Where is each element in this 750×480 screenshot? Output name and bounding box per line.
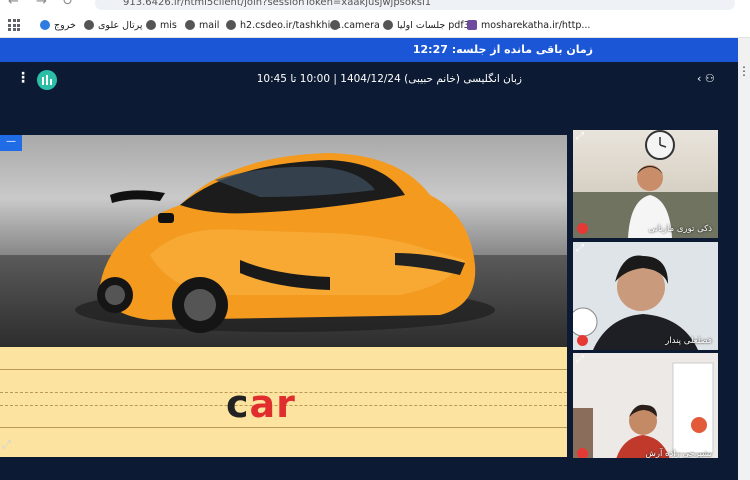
session-header: ⋮ زبان انگلیسی (خانم حبیبی) 1404/12/24 |… bbox=[0, 62, 738, 98]
app-logo[interactable] bbox=[37, 70, 57, 90]
expand-video-icon[interactable]: ⤢ bbox=[576, 354, 584, 365]
ruled-line bbox=[0, 427, 567, 428]
forward-icon[interactable]: → bbox=[36, 0, 47, 9]
fullscreen-icon[interactable]: ⤢ bbox=[2, 438, 11, 452]
globe-icon bbox=[330, 20, 340, 30]
vocabulary-word: car bbox=[226, 382, 296, 426]
car-photo: — bbox=[0, 135, 567, 347]
webcam-tile[interactable]: ⤢ فضلعلی پندار bbox=[573, 242, 718, 350]
globe-icon bbox=[185, 20, 195, 30]
webcam-video bbox=[573, 353, 718, 463]
back-icon[interactable]: ← bbox=[8, 0, 19, 9]
ruled-line bbox=[0, 369, 567, 370]
globe-icon bbox=[40, 20, 50, 30]
expand-video-icon[interactable]: ⤢ bbox=[576, 131, 584, 142]
side-menu-icon[interactable]: ⋮ bbox=[738, 64, 750, 78]
bars-icon bbox=[42, 75, 52, 85]
bookmark-mosharekatha[interactable]: mosharekatha.ir/http... bbox=[467, 18, 590, 32]
bottom-controls-bar bbox=[0, 458, 738, 480]
bookmark-portal[interactable]: پرتال علوی bbox=[84, 18, 143, 32]
globe-icon bbox=[226, 20, 236, 30]
bookmark-camera[interactable]: camera bbox=[330, 18, 380, 32]
participant-name: ذکی توری مازنانی bbox=[648, 224, 713, 234]
apps-grid-icon[interactable] bbox=[8, 19, 20, 31]
users-list-icon[interactable]: ‹ ⚇ bbox=[697, 72, 715, 85]
session-title: زبان انگلیسی (خانم حبیبی) 1404/12/24 | 1… bbox=[256, 73, 522, 85]
globe-icon bbox=[467, 20, 477, 30]
options-menu-icon[interactable]: ⋮ bbox=[16, 70, 30, 86]
globe-icon bbox=[146, 20, 156, 30]
bookmarks-bar: خروج پرتال علوی mis mail h2.csdeo.ir/tas… bbox=[0, 12, 750, 38]
word-rest-letters: ar bbox=[249, 382, 296, 426]
page-scrollbar[interactable] bbox=[738, 38, 750, 480]
bookmark-mis[interactable]: mis bbox=[146, 18, 177, 32]
bookmark-csdeo[interactable]: h2.csdeo.ir/tashkhis... bbox=[226, 18, 344, 32]
minimize-presentation-button[interactable]: — bbox=[0, 135, 22, 151]
bookmark-mail[interactable]: mail bbox=[185, 18, 219, 32]
browser-address-row: ← → ↻ 913.6426.ir/html5client/join?sessi… bbox=[0, 0, 750, 12]
sports-car-illustration bbox=[75, 153, 495, 333]
webcam-tile[interactable]: ⤢ ذکی توری مازنانی bbox=[573, 130, 718, 238]
webcam-tile[interactable]: ⤢ بشیرجی زاده آرش bbox=[573, 353, 718, 463]
participant-name: فضلعلی پندار bbox=[665, 336, 712, 346]
webcam-video bbox=[573, 130, 718, 238]
bookmark-parent-sessions[interactable]: جلسات اولیا pdf3 bbox=[383, 18, 470, 32]
webcam-video bbox=[573, 242, 718, 350]
bookmark-logout[interactable]: خروج bbox=[40, 18, 76, 32]
word-first-letter: c bbox=[226, 382, 250, 426]
reload-icon[interactable]: ↻ bbox=[62, 0, 73, 9]
presentation-area: — car ⤢ bbox=[0, 135, 567, 457]
muted-mic-icon bbox=[577, 335, 588, 346]
word-card: car bbox=[0, 347, 567, 457]
meeting-app: زمان باقی مانده از جلسه: 12:27 ⋮ زبان ان… bbox=[0, 38, 738, 480]
address-bar[interactable]: 913.6426.ir/html5client/join?sessionToke… bbox=[95, 0, 735, 10]
session-timer-bar: زمان باقی مانده از جلسه: 12:27 bbox=[0, 38, 738, 62]
globe-icon bbox=[84, 20, 94, 30]
expand-video-icon[interactable]: ⤢ bbox=[576, 243, 584, 254]
globe-icon bbox=[383, 20, 393, 30]
muted-mic-icon bbox=[577, 223, 588, 234]
